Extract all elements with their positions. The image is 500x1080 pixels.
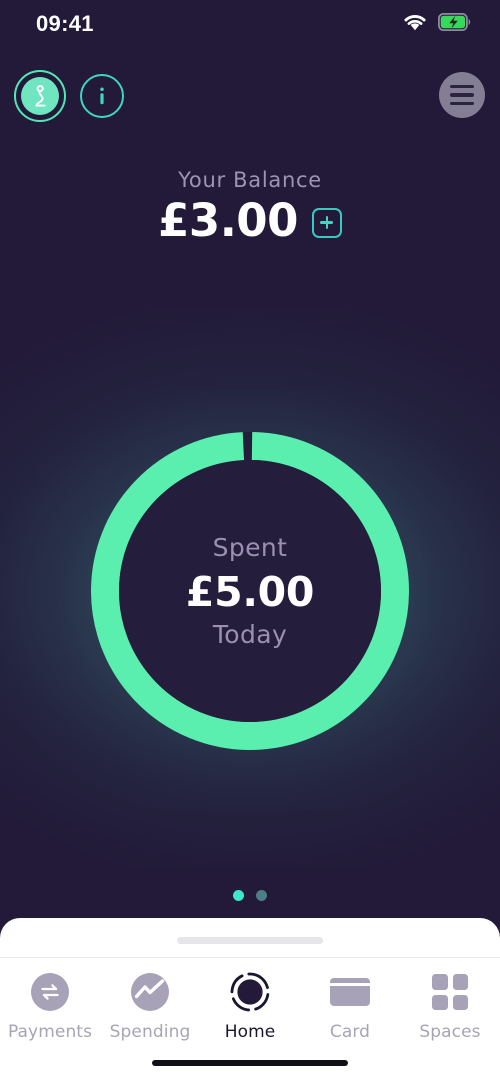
spent-period: Today: [212, 620, 288, 649]
home-ring-icon: [229, 971, 271, 1013]
app-header: [0, 70, 500, 126]
balance-section: Your Balance £3.00: [0, 168, 500, 243]
add-money-button[interactable]: [311, 207, 342, 238]
hamburger-line-2: [450, 93, 474, 97]
status-bar: 09:41: [0, 0, 500, 48]
tab-spaces[interactable]: Spaces: [400, 971, 500, 1042]
status-bar-indicators: [402, 12, 472, 36]
wifi-icon: [402, 13, 428, 36]
balance-row: £3.00: [0, 198, 500, 243]
spent-label: Spent: [212, 533, 288, 562]
avatar[interactable]: [14, 70, 66, 122]
menu-button[interactable]: [439, 72, 485, 118]
avatar-fill: [21, 77, 59, 115]
drag-handle[interactable]: [177, 937, 323, 944]
app-screen: 09:41 Your Balance £3.00 Spent £5.00 Tod…: [0, 0, 500, 1080]
spending-ring-center: Spent £5.00 Today: [119, 460, 381, 722]
balance-label: Your Balance: [178, 168, 322, 192]
page-indicator[interactable]: [0, 890, 500, 901]
page-dot-1[interactable]: [233, 890, 244, 901]
transfer-arrows-icon: [29, 971, 71, 1013]
spending-ring[interactable]: Spent £5.00 Today: [91, 432, 409, 750]
avatar-person-icon: [35, 85, 46, 107]
spent-amount: £5.00: [185, 568, 315, 616]
info-button[interactable]: [80, 74, 124, 118]
bottom-sheet[interactable]: Payments Spending Home Card Spaces: [0, 918, 500, 1080]
tab-bar: Payments Spending Home Card Spaces: [0, 962, 500, 1042]
tab-label-payments: Payments: [7, 1022, 93, 1042]
battery-charging-icon: [437, 12, 472, 35]
tab-label-spending: Spending: [109, 1022, 191, 1042]
grid-squares-icon: [429, 971, 471, 1013]
info-icon: [100, 87, 104, 105]
tab-card[interactable]: Card: [300, 971, 400, 1042]
tab-spending[interactable]: Spending: [100, 971, 200, 1042]
status-bar-time: 09:41: [36, 11, 94, 36]
page-dot-2[interactable]: [256, 890, 267, 901]
card-icon: [329, 971, 371, 1013]
sheet-divider: [0, 957, 500, 958]
home-indicator[interactable]: [152, 1060, 348, 1066]
tab-label-home: Home: [224, 1022, 276, 1042]
plus-icon: [320, 216, 334, 230]
chart-line-icon: [129, 971, 171, 1013]
hamburger-line-1: [450, 84, 474, 89]
balance-amount: £3.00: [158, 194, 298, 247]
hamburger-line-3: [450, 101, 474, 106]
tab-payments[interactable]: Payments: [0, 971, 100, 1042]
tab-home[interactable]: Home: [200, 971, 300, 1042]
tab-label-card: Card: [329, 1022, 371, 1042]
tab-label-spaces: Spaces: [419, 1022, 481, 1042]
